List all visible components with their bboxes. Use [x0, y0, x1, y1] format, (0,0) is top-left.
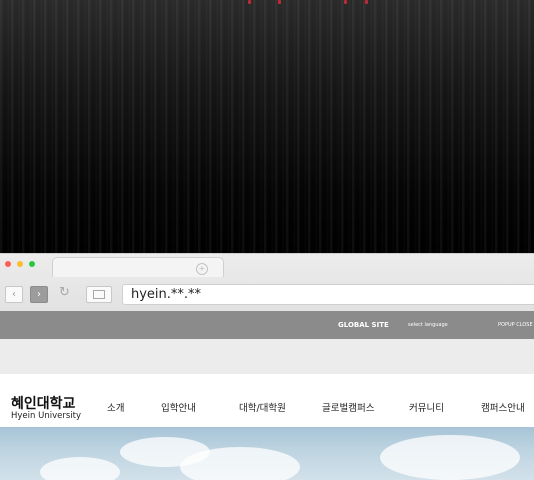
address-bar[interactable]: hyein.**.**	[122, 284, 534, 305]
close-window-button[interactable]	[5, 261, 11, 267]
global-site-link[interactable]: GLOBAL SITE	[338, 311, 389, 339]
site-top-bar: GLOBAL SITE select language POPUP CLOSE	[0, 311, 534, 339]
browser-toolbar: ‹ › ↻ hyein.**.**	[0, 283, 534, 307]
nav-item-admission[interactable]: 입학안내	[161, 400, 196, 414]
cloud	[40, 457, 120, 480]
red-marks	[0, 0, 534, 6]
red-mark	[365, 0, 368, 4]
back-button[interactable]: ‹	[5, 286, 23, 303]
browser-chrome: ‹ › ↻ hyein.**.**	[0, 253, 534, 311]
cloud	[380, 435, 520, 480]
maximize-window-button[interactable]	[29, 261, 35, 267]
cloud	[180, 447, 300, 480]
forward-button[interactable]: ›	[30, 286, 48, 303]
popup-close-button[interactable]: POPUP CLOSE	[498, 311, 533, 339]
site-logo[interactable]: 혜인대학교	[11, 393, 75, 413]
hero-banner	[0, 427, 534, 480]
red-mark	[344, 0, 347, 4]
nav-item-global-campus[interactable]: 글로벌캠퍼스	[322, 400, 374, 414]
sidebar-toggle-button[interactable]	[86, 286, 112, 303]
nav-item-campus-guide[interactable]: 캠퍼스안내	[481, 400, 525, 414]
reload-icon[interactable]: ↻	[59, 285, 70, 300]
window-controls	[5, 261, 35, 267]
select-language-dropdown[interactable]: select language	[408, 311, 448, 339]
nav-item-community[interactable]: 커뮤니티	[409, 400, 444, 414]
popup-strip	[0, 339, 534, 374]
minimize-window-button[interactable]	[17, 261, 23, 267]
red-mark	[278, 0, 281, 4]
site-header: 혜인대학교 Hyein University 소개 입학안내 대학/대학원 글로…	[0, 374, 534, 427]
dark-curtain-background	[0, 0, 534, 253]
new-tab-icon[interactable]: +	[196, 263, 208, 275]
nav-item-intro[interactable]: 소개	[107, 400, 124, 414]
nav-item-colleges[interactable]: 대학/대학원	[239, 400, 286, 414]
site-logo-english[interactable]: Hyein University	[11, 411, 81, 421]
red-mark	[248, 0, 251, 4]
address-bar-text: hyein.**.**	[131, 287, 202, 302]
